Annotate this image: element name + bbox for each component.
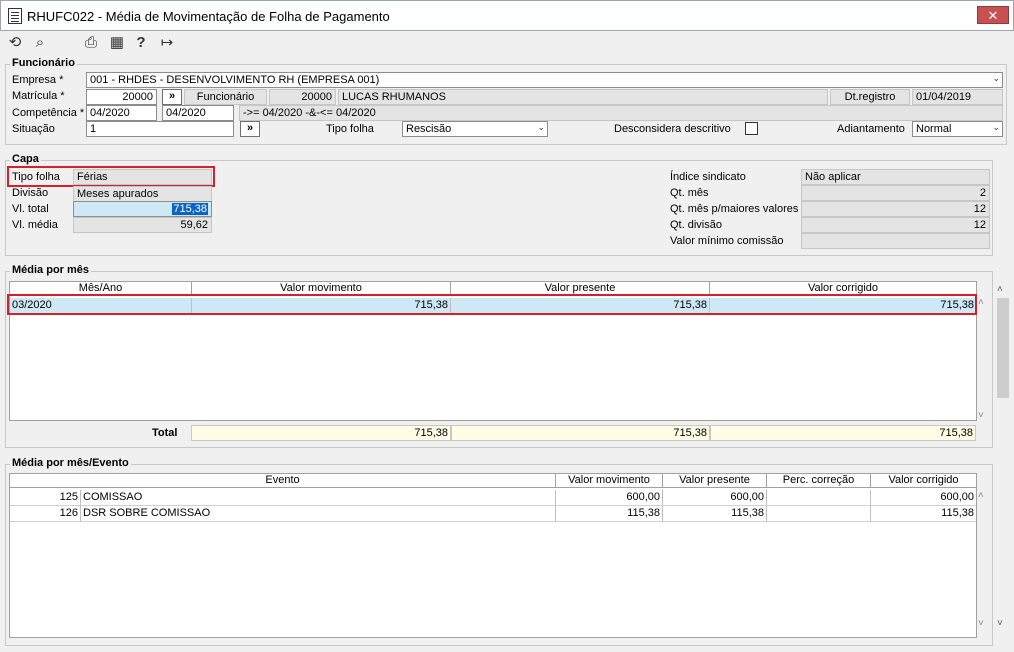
matricula-input[interactable]: 20000 bbox=[86, 89, 157, 105]
highlight-tipofolha bbox=[7, 166, 215, 187]
total-valor-movimento: 715,38 bbox=[191, 425, 451, 441]
undo-icon[interactable]: ⟲ bbox=[5, 33, 25, 53]
cell-valor-corrigido: 600,00 bbox=[871, 490, 976, 506]
cell-valor-corrigido: 115,38 bbox=[871, 506, 976, 522]
adiantamento-label: Adiantamento bbox=[837, 123, 905, 135]
vltotal-label: Vl. total bbox=[12, 203, 49, 215]
cell-valor-presente: 600,00 bbox=[663, 490, 767, 506]
competencia-from-input[interactable]: 04/2020 bbox=[86, 105, 157, 121]
valorminimo-value bbox=[801, 233, 990, 249]
col-header-evento[interactable]: Evento bbox=[10, 474, 556, 488]
scroll-up-icon[interactable]: ˄ bbox=[978, 490, 984, 501]
scroll-up-icon[interactable]: ˄ bbox=[997, 284, 1003, 295]
dtregistro-label: Dt.registro bbox=[830, 89, 910, 105]
window-title: RHUFC022 - Média de Movimentação de Folh… bbox=[27, 9, 390, 24]
divisao-label: Divisão bbox=[12, 187, 49, 199]
search-icon[interactable]: ⌕ bbox=[30, 33, 50, 53]
vltotal-value: 715,38 bbox=[172, 203, 208, 215]
app-icon bbox=[8, 8, 22, 24]
empresa-label: Empresa * bbox=[12, 74, 64, 86]
qtmes-value: 2 bbox=[801, 185, 990, 201]
chevron-down-icon: ⌄ bbox=[992, 122, 1000, 132]
empresa-value: 001 - RHDES - DESENVOLVIMENTO RH (EMPRES… bbox=[90, 74, 380, 86]
matricula-label: Matrícula * bbox=[12, 90, 65, 102]
chevron-down-icon: ⌄ bbox=[992, 73, 1000, 83]
col-header-valor-corrigido[interactable]: Valor corrigido bbox=[871, 474, 976, 488]
indice-label: Índice sindicato bbox=[670, 171, 746, 183]
cell-perc-correcao bbox=[767, 506, 871, 522]
cell-evento-name: DSR SOBRE COMISSAO bbox=[81, 506, 556, 522]
funcionario-label: Funcionário bbox=[184, 89, 267, 105]
desconsidera-label: Desconsidera descritivo bbox=[614, 123, 731, 135]
cell-evento-code: 126 bbox=[10, 506, 81, 522]
tipofolha-select[interactable]: Rescisão ⌄ bbox=[402, 121, 548, 137]
desconsidera-checkbox[interactable] bbox=[745, 122, 758, 135]
highlight-row bbox=[7, 294, 977, 315]
adiantamento-select[interactable]: Normal ⌄ bbox=[912, 121, 1003, 137]
qtdivisao-value: 12 bbox=[801, 217, 990, 233]
funcionario-name: LUCAS RHUMANOS bbox=[338, 89, 828, 105]
grid-icon[interactable]: ▦ bbox=[107, 33, 127, 53]
print-icon[interactable]: ⎙ bbox=[81, 33, 101, 53]
situacao-lookup-button[interactable]: » bbox=[240, 121, 260, 137]
cell-valor-movimento: 600,00 bbox=[556, 490, 663, 506]
situacao-label: Situação bbox=[12, 123, 55, 135]
divisao-value: Meses apurados bbox=[73, 186, 212, 202]
col-header-valor-presente[interactable]: Valor presente bbox=[663, 474, 767, 488]
qtmesmaiores-value: 12 bbox=[801, 201, 990, 217]
window-scrollbar[interactable]: ˄ ˅ bbox=[996, 280, 1010, 640]
media-evento-title: Média por mês/Evento bbox=[10, 457, 131, 469]
cell-perc-correcao bbox=[767, 490, 871, 506]
close-button[interactable]: ✕ bbox=[977, 6, 1009, 24]
media-evento-grid[interactable]: Evento Valor movimento Valor presente Pe… bbox=[9, 473, 977, 638]
qtmes-label: Qt. mês bbox=[670, 187, 709, 199]
scrollbar-thumb[interactable] bbox=[997, 298, 1009, 398]
exit-icon[interactable]: ↦ bbox=[157, 33, 177, 53]
help-icon[interactable]: ? bbox=[131, 33, 151, 53]
col-header-perc-correcao[interactable]: Perc. correção bbox=[767, 474, 871, 488]
competencia-label: Competência * bbox=[12, 107, 85, 119]
scroll-down-icon[interactable]: ˅ bbox=[978, 618, 984, 629]
vlmedia-label: Vl. média bbox=[12, 219, 58, 231]
total-valor-presente: 715,38 bbox=[451, 425, 710, 441]
qtmesmaiores-label: Qt. mês p/maiores valores bbox=[670, 203, 799, 215]
chevron-down-icon: ⌄ bbox=[537, 122, 545, 132]
matricula-lookup-button[interactable]: » bbox=[162, 89, 182, 105]
competencia-to-input[interactable]: 04/2020 bbox=[162, 105, 234, 121]
scroll-down-icon[interactable]: ˅ bbox=[997, 618, 1003, 629]
cell-valor-movimento: 115,38 bbox=[556, 506, 663, 522]
cell-evento-code: 125 bbox=[10, 490, 81, 506]
situacao-input[interactable]: 1 bbox=[86, 121, 234, 137]
competencia-expression: ->= 04/2020 -&-<= 04/2020 bbox=[239, 105, 1003, 121]
tipofolha-value: Rescisão bbox=[406, 123, 452, 135]
capa-title: Capa bbox=[10, 153, 41, 165]
indice-value: Não aplicar bbox=[801, 169, 990, 185]
col-header-valor-movimento[interactable]: Valor movimento bbox=[556, 474, 663, 488]
adiantamento-value: Normal bbox=[916, 123, 952, 135]
tipofolha-label: Tipo folha bbox=[326, 123, 374, 135]
cell-valor-presente: 115,38 bbox=[663, 506, 767, 522]
dtregistro-value: 01/04/2019 bbox=[912, 89, 1003, 105]
vltotal-input[interactable]: 715,38 bbox=[73, 201, 212, 217]
qtdivisao-label: Qt. divisão bbox=[670, 219, 722, 231]
scroll-up-icon[interactable]: ˄ bbox=[978, 297, 984, 308]
media-mes-title: Média por mês bbox=[10, 264, 92, 276]
total-valor-corrigido: 715,38 bbox=[710, 425, 976, 441]
title-bar: RHUFC022 - Média de Movimentação de Folh… bbox=[0, 0, 1014, 31]
total-label: Total bbox=[152, 427, 178, 439]
empresa-select[interactable]: 001 - RHDES - DESENVOLVIMENTO RH (EMPRES… bbox=[86, 72, 1003, 88]
valorminimo-label: Valor mínimo comissão bbox=[670, 235, 784, 247]
cell-evento-name: COMISSAO bbox=[81, 490, 556, 506]
funcionario-code: 20000 bbox=[269, 89, 336, 105]
funcionario-title: Funcionário bbox=[10, 57, 77, 69]
scroll-down-icon[interactable]: ˅ bbox=[978, 410, 984, 421]
vlmedia-value: 59,62 bbox=[73, 217, 212, 233]
